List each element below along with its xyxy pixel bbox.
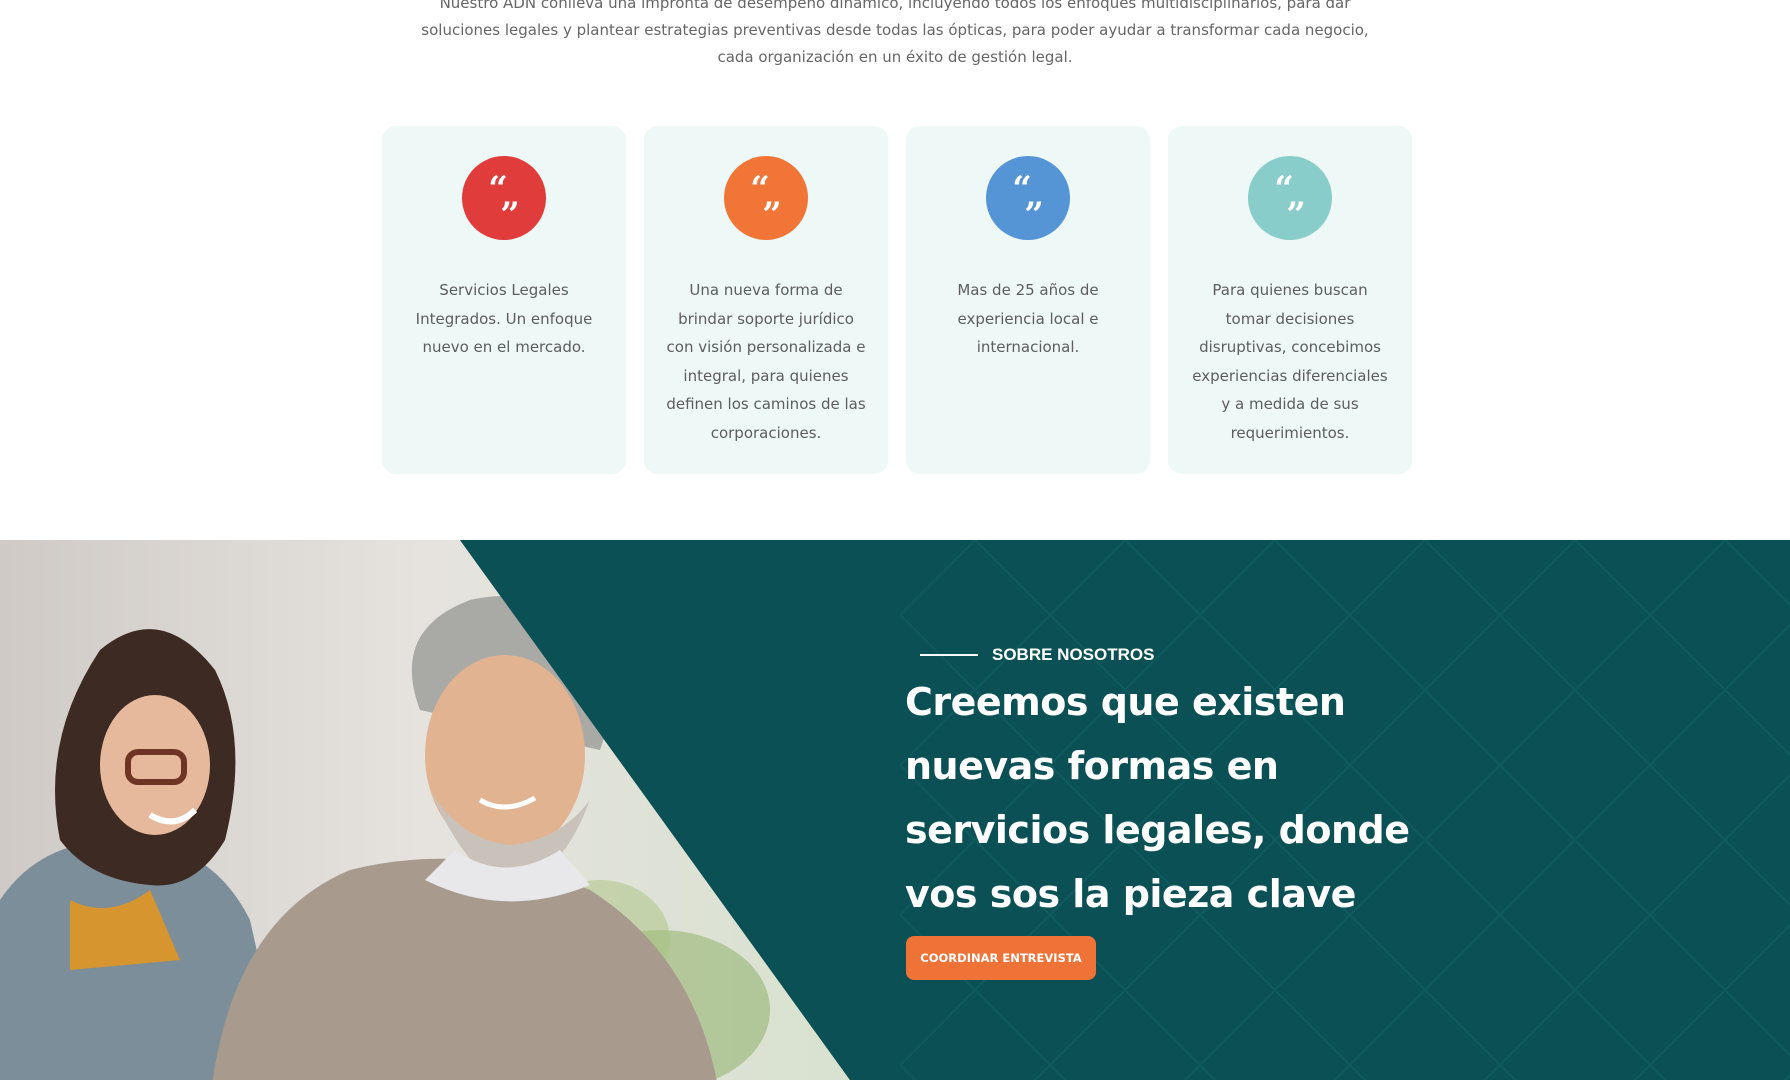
eyebrow-label: SOBRE NOSOTROS <box>992 645 1155 664</box>
schedule-interview-button[interactable]: COORDINAR ENTREVISTA <box>906 936 1096 980</box>
quote-icon: “ ” <box>724 156 808 240</box>
feature-card: “ ” Una nueva forma de brindar soporte j… <box>644 126 888 474</box>
feature-cards: “ ” Servicios Legales Integrados. Un enf… <box>382 126 1412 474</box>
card-text: Una nueva forma de brindar soporte juríd… <box>666 281 866 442</box>
about-hero: SOBRE NOSOTROS Creemos que existen nueva… <box>0 540 1790 1080</box>
feature-card: “ ” Mas de 25 años de experiencia local … <box>906 126 1150 474</box>
svg-text:”: ” <box>762 195 782 235</box>
hero-photo <box>0 540 1790 1080</box>
intro-paragraph: Nuestro ADN conlleva una impronta de des… <box>421 0 1369 66</box>
svg-text:”: ” <box>500 195 520 235</box>
card-text: Mas de 25 años de experiencia local e in… <box>957 281 1099 356</box>
eyebrow: SOBRE NOSOTROS <box>920 645 1154 665</box>
card-text: Para quienes buscan tomar decisiones dis… <box>1192 281 1388 442</box>
svg-text:”: ” <box>1024 195 1044 235</box>
feature-card: “ ” Para quienes buscan tomar decisiones… <box>1168 126 1412 474</box>
quote-icon: “ ” <box>462 156 546 240</box>
svg-text:”: ” <box>1286 195 1306 235</box>
feature-card: “ ” Servicios Legales Integrados. Un enf… <box>382 126 626 474</box>
card-text: Servicios Legales Integrados. Un enfoque… <box>415 281 593 356</box>
quote-icon: “ ” <box>1248 156 1332 240</box>
quote-icon: “ ” <box>986 156 1070 240</box>
hero-title: Creemos que existen nuevas formas en ser… <box>905 680 1410 916</box>
eyebrow-line <box>920 654 978 656</box>
